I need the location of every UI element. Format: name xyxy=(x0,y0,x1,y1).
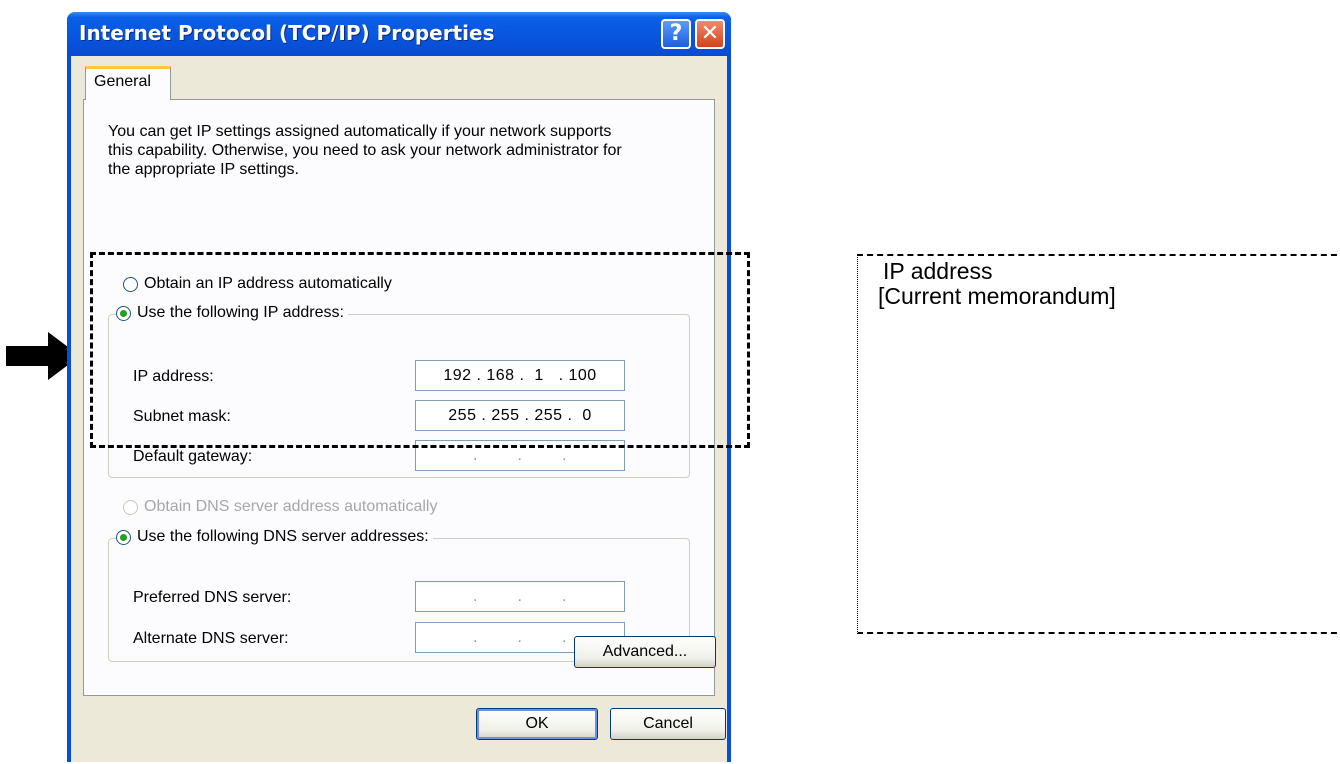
memo-ip-label: IP address xyxy=(883,258,993,284)
ip-manual-option[interactable]: Use the following IP address: xyxy=(116,304,348,322)
dns-auto-label: Obtain DNS server address automatically xyxy=(144,498,438,515)
help-button[interactable]: ? xyxy=(661,19,691,49)
ip-address-input[interactable]: 192 . 168 . 1 . 100 xyxy=(415,360,625,391)
preferred-dns-input[interactable]: . . . xyxy=(415,581,625,612)
subnet-mask-input[interactable]: 255 . 255 . 255 . 0 xyxy=(415,400,625,431)
close-icon: ✕ xyxy=(700,21,720,46)
general-tab-panel: You can get IP settings assigned automat… xyxy=(83,99,716,696)
help-icon: ? xyxy=(669,21,683,46)
memo-panel: [Current memorandum] IP address xyxy=(857,254,1340,634)
subnet-mask-label: Subnet mask: xyxy=(133,408,231,425)
tcpip-properties-dialog: Internet Protocol (TCP/IP) Properties ? … xyxy=(67,12,731,762)
dns-manual-label: Use the following DNS server addresses: xyxy=(137,528,429,545)
dns-auto-option: Obtain DNS server address automatically xyxy=(123,498,442,516)
ip-groupbox: IP address: 192 . 168 . 1 . 100 Subnet m… xyxy=(108,314,690,478)
memo-title: [Current memorandum] xyxy=(878,283,1116,309)
cancel-button[interactable]: Cancel xyxy=(610,708,726,740)
dns-auto-radio xyxy=(123,499,138,515)
ok-button[interactable]: OK xyxy=(476,708,598,740)
ip-auto-radio[interactable] xyxy=(123,276,138,292)
ip-address-label: IP address: xyxy=(133,368,214,385)
ip-manual-label: Use the following IP address: xyxy=(137,304,344,321)
alternate-dns-label: Alternate DNS server: xyxy=(133,630,289,647)
advanced-button[interactable]: Advanced... xyxy=(574,636,716,668)
intro-text: You can get IP settings assigned automat… xyxy=(108,123,622,178)
ip-manual-radio[interactable] xyxy=(116,305,131,321)
dialog-client-area: General You can get IP settings assigned… xyxy=(71,56,727,762)
close-button[interactable]: ✕ xyxy=(695,19,725,49)
tab-general[interactable]: General xyxy=(85,66,171,100)
dns-manual-option[interactable]: Use the following DNS server addresses: xyxy=(116,528,433,546)
dialog-title: Internet Protocol (TCP/IP) Properties xyxy=(79,21,495,45)
preferred-dns-label: Preferred DNS server: xyxy=(133,589,292,606)
default-gateway-label: Default gateway: xyxy=(133,448,253,465)
ip-auto-label: Obtain an IP address automatically xyxy=(144,275,392,292)
default-gateway-input[interactable]: . . . xyxy=(415,440,625,471)
title-bar[interactable]: Internet Protocol (TCP/IP) Properties ? … xyxy=(67,12,731,56)
dns-manual-radio[interactable] xyxy=(116,529,131,545)
ip-auto-option[interactable]: Obtain an IP address automatically xyxy=(123,275,396,293)
